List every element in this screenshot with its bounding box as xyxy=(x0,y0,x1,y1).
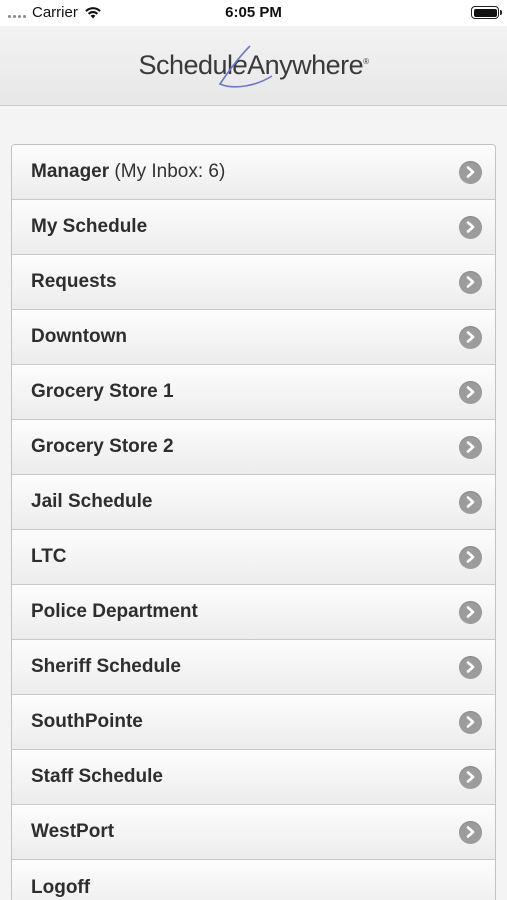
chevron-right-circle-icon xyxy=(459,215,482,239)
menu-item-label: Grocery Store 2 xyxy=(31,436,174,457)
menu-item-grocery-store-2[interactable]: Grocery Store 2 xyxy=(12,420,495,475)
menu-item-requests[interactable]: Requests xyxy=(12,255,495,310)
logo-swoosh-icon xyxy=(219,45,273,88)
inbox-count: (My Inbox: 6) xyxy=(109,161,226,182)
menu-item-manager[interactable]: Manager (My Inbox: 6) xyxy=(12,145,495,200)
chevron-right-circle-icon xyxy=(459,270,482,294)
menu-item-westport[interactable]: WestPort xyxy=(12,805,495,860)
menu-item-label: Manager (My Inbox: 6) xyxy=(31,161,226,182)
chevron-right-circle-icon xyxy=(459,490,482,514)
menu-item-sheriff-schedule[interactable]: Sheriff Schedule xyxy=(12,640,495,695)
menu-item-ltc[interactable]: LTC xyxy=(12,530,495,585)
menu-item-staff-schedule[interactable]: Staff Schedule xyxy=(12,750,495,805)
chevron-right-circle-icon xyxy=(459,380,482,404)
chevron-right-circle-icon xyxy=(459,545,482,569)
menu-list: Manager (My Inbox: 6) My Schedule Reques… xyxy=(11,144,496,900)
chevron-right-circle-icon xyxy=(459,655,482,679)
chevron-right-circle-icon xyxy=(459,325,482,349)
status-time: 6:05 PM xyxy=(225,4,282,21)
menu-item-label: Staff Schedule xyxy=(31,766,163,787)
app-header: ScheduleAnywhere® xyxy=(0,26,507,106)
chevron-right-circle-icon xyxy=(459,820,482,844)
menu-item-my-schedule[interactable]: My Schedule xyxy=(12,200,495,255)
app-logo: ScheduleAnywhere® xyxy=(138,45,369,88)
menu-item-label: Logoff xyxy=(31,876,91,898)
menu-item-label: Downtown xyxy=(31,326,128,347)
menu-item-southpointe[interactable]: SouthPointe xyxy=(12,695,495,750)
chevron-right-circle-icon xyxy=(459,710,482,734)
menu-item-label: My Schedule xyxy=(31,216,148,237)
menu-item-logoff[interactable]: Logoff xyxy=(12,860,495,900)
chevron-right-circle-icon xyxy=(459,600,482,624)
menu-item-label: Police Department xyxy=(31,601,198,622)
menu-item-label: SouthPointe xyxy=(31,711,143,732)
status-bar: Carrier 6:05 PM xyxy=(0,0,507,26)
menu-item-jail-schedule[interactable]: Jail Schedule xyxy=(12,475,495,530)
battery-icon xyxy=(471,6,502,19)
chevron-right-circle-icon xyxy=(459,765,482,789)
menu-item-police-department[interactable]: Police Department xyxy=(12,585,495,640)
menu-item-label: Grocery Store 1 xyxy=(31,381,174,402)
menu-item-grocery-store-1[interactable]: Grocery Store 1 xyxy=(12,365,495,420)
menu-item-label: Requests xyxy=(31,271,117,292)
menu-item-label: WestPort xyxy=(31,821,115,842)
menu-item-label: Jail Schedule xyxy=(31,491,153,512)
chevron-right-circle-icon xyxy=(459,160,482,184)
menu-item-downtown[interactable]: Downtown xyxy=(12,310,495,365)
menu-item-label: Sheriff Schedule xyxy=(31,656,181,677)
chevron-right-circle-icon xyxy=(459,435,482,459)
menu-item-label: LTC xyxy=(31,546,67,567)
logo-registered-mark: ® xyxy=(363,57,369,66)
